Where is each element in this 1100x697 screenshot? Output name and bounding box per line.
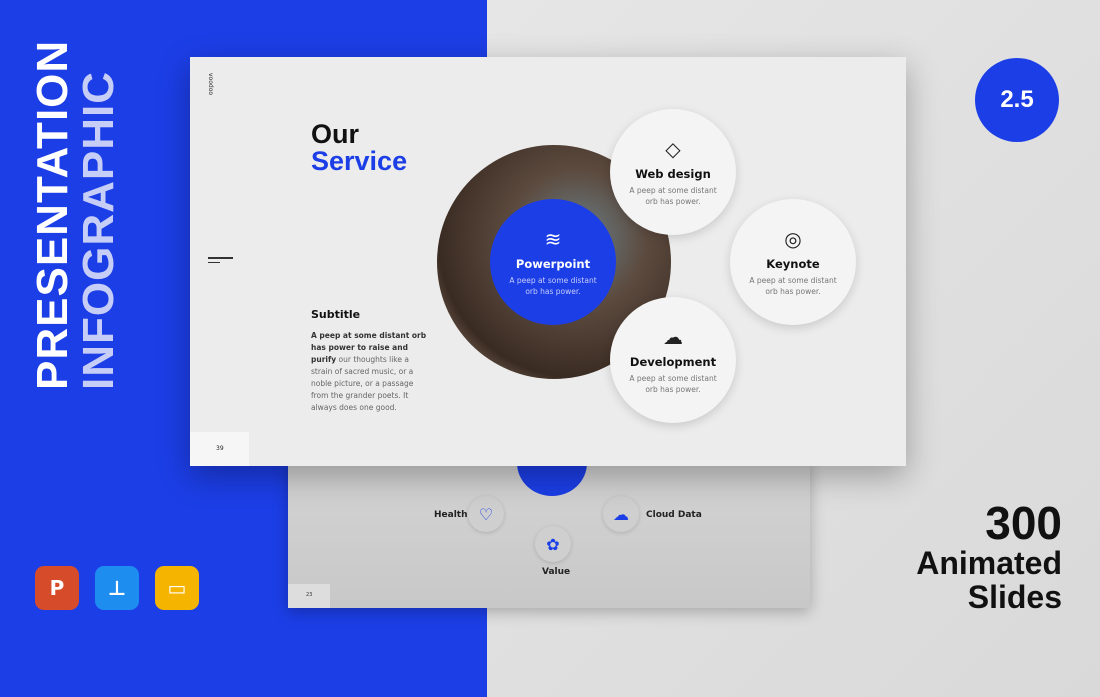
title-service: Service (311, 146, 408, 176)
flower-icon: ✿ (535, 526, 571, 562)
promo-text: 300 Animated Slides (916, 500, 1062, 614)
service-name: Development (629, 355, 717, 369)
service-desc: A peep at some distant orb has power. (629, 186, 717, 206)
service-keynote: ◎ Keynote A peep at some distant orb has… (730, 199, 856, 325)
version-badge: 2.5 (975, 58, 1059, 142)
menu-lines-icon-short (208, 262, 220, 263)
service-desc: A peep at some distant orb has power. (749, 276, 837, 296)
health-label: Health (434, 510, 468, 520)
service-desc: A peep at some distant orb has power. (509, 276, 597, 296)
title-line-1: PRESENTATION (28, 39, 77, 390)
page-number: 23 (288, 584, 330, 608)
title-our: Our (311, 119, 360, 149)
service-desc: A peep at some distant orb has power. (629, 374, 717, 394)
layers-icon: ≋ (544, 227, 562, 251)
service-name: Web design (635, 167, 711, 181)
powerpoint-icon: P (35, 566, 79, 610)
back-slide: ♡ Health ✿ Value ☁ Cloud Data 23 (288, 430, 810, 608)
title-line-2: INFOGRAPHIC (74, 71, 123, 390)
subtitle: Subtitle (311, 308, 361, 321)
heart-icon: ♡ (468, 496, 504, 532)
slide-title: Our Service (311, 121, 407, 175)
value-label: Value (542, 567, 571, 577)
service-name: Keynote (766, 257, 820, 271)
cloud-icon: ☁ (603, 496, 639, 532)
google-slides-icon: ▭ (155, 566, 199, 610)
disc-icon: ◎ (784, 227, 802, 251)
keynote-icon: ⊥ (95, 566, 139, 610)
service-development: ☁ Development A peep at some distant orb… (610, 297, 736, 423)
brand-label: voodoo (207, 73, 214, 96)
slide-count: 300 (985, 497, 1062, 549)
promo-line-1: Animated (916, 545, 1062, 581)
cloud-data-label: Cloud Data (646, 510, 702, 520)
app-icons: P ⊥ ▭ (35, 566, 199, 610)
body-text: A peep at some distant orb has power to … (311, 330, 431, 414)
page-number: 39 (190, 432, 249, 466)
menu-lines-icon (208, 257, 233, 259)
main-slide: voodoo Our Service Subtitle A peep at som… (190, 57, 906, 466)
promo-line-2: Slides (967, 579, 1062, 615)
service-powerpoint: ≋ Powerpoint A peep at some distant orb … (490, 199, 616, 325)
service-web-design: ◇ Web design A peep at some distant orb … (610, 109, 736, 235)
diamond-icon: ◇ (665, 137, 681, 161)
service-name: Powerpoint (515, 257, 591, 271)
cloud-download-icon: ☁ (663, 325, 683, 349)
vertical-title: PRESENTATION INFOGRAPHIC (28, 39, 123, 390)
